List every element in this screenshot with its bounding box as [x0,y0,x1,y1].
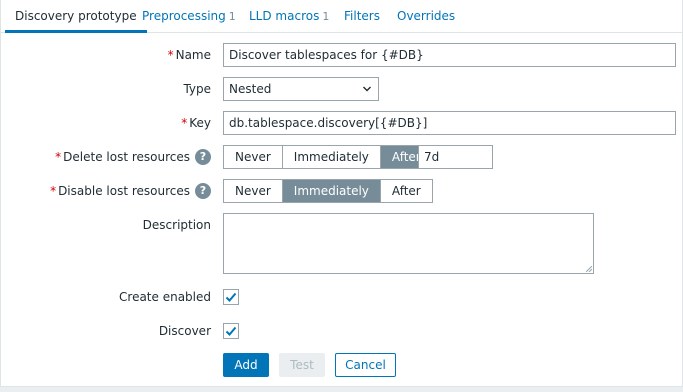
tab-label: Discovery prototype [15,9,137,23]
tab-bar: Discovery prototype Preprocessing 1 LLD m… [1,0,683,33]
test-button[interactable]: Test [279,353,325,377]
tab-label: Filters [344,9,380,23]
discover-label: Discover [158,324,211,338]
disable-lost-resources-toggle: Never Immediately After [223,179,433,203]
add-button[interactable]: Add [223,353,269,377]
key-label-text: Key [189,116,211,130]
resize-grip-icon[interactable] [586,266,592,272]
tab-count-badge: 1 [228,10,236,23]
delete-lost-resources-toggle: Never Immediately After [223,145,433,169]
tab-overrides[interactable]: Overrides [397,0,455,33]
disable-lost-resources-label: * Disable lost resources? [50,179,211,203]
delete-lost-label-text: Delete lost resources [63,150,190,164]
cancel-button[interactable]: Cancel [335,353,396,377]
name-input[interactable]: Discover tablespaces for {#DB} [223,43,676,67]
tab-lld-macros[interactable]: LLD macros 1 [249,0,329,33]
tab-discovery-prototype[interactable]: Discovery prototype [5,0,147,33]
delete-lost-never-option[interactable]: Never [224,146,283,168]
checkmark-icon [225,292,237,302]
chevron-down-icon [363,86,371,92]
help-icon[interactable]: ? [195,182,211,199]
name-label-text: Name [175,48,211,62]
disable-lost-label-text: Disable lost resources [58,184,190,198]
name-label: * Name [168,43,211,67]
description-label: Description [142,218,211,232]
discovery-form-container: Discovery prototype Preprocessing 1 LLD m… [0,0,683,387]
tab-count-badge: 1 [322,10,330,23]
help-icon[interactable]: ? [195,148,211,165]
key-label: * Key [181,111,211,135]
disable-lost-immediately-option[interactable]: Immediately [282,180,381,202]
required-mark: * [167,48,174,62]
type-label: Type [183,82,211,96]
disable-lost-after-option[interactable]: After [381,180,432,202]
type-select-value: Nested [229,82,272,96]
required-mark: * [181,116,188,130]
discover-checkbox[interactable] [223,323,239,339]
tab-label: LLD macros [249,9,320,23]
tab-preprocessing[interactable]: Preprocessing 1 [142,0,236,33]
delete-lost-resources-label: * Delete lost resources? [55,145,211,169]
delete-lost-period-input[interactable]: 7d [418,145,493,169]
create-enabled-checkbox[interactable] [223,289,239,305]
type-select[interactable]: Nested [223,77,379,101]
description-textarea[interactable] [223,213,594,274]
required-mark: * [50,184,57,198]
create-enabled-label: Create enabled [119,290,211,304]
tab-label: Overrides [397,9,456,23]
key-input[interactable]: db.tablespace.discovery[{#DB}] [223,111,676,135]
tab-label: Preprocessing [142,9,226,23]
checkmark-icon [225,326,237,336]
tab-filters[interactable]: Filters [344,0,380,33]
required-mark: * [55,150,62,164]
delete-lost-immediately-option[interactable]: Immediately [283,146,381,168]
disable-lost-never-option[interactable]: Never [224,180,283,202]
